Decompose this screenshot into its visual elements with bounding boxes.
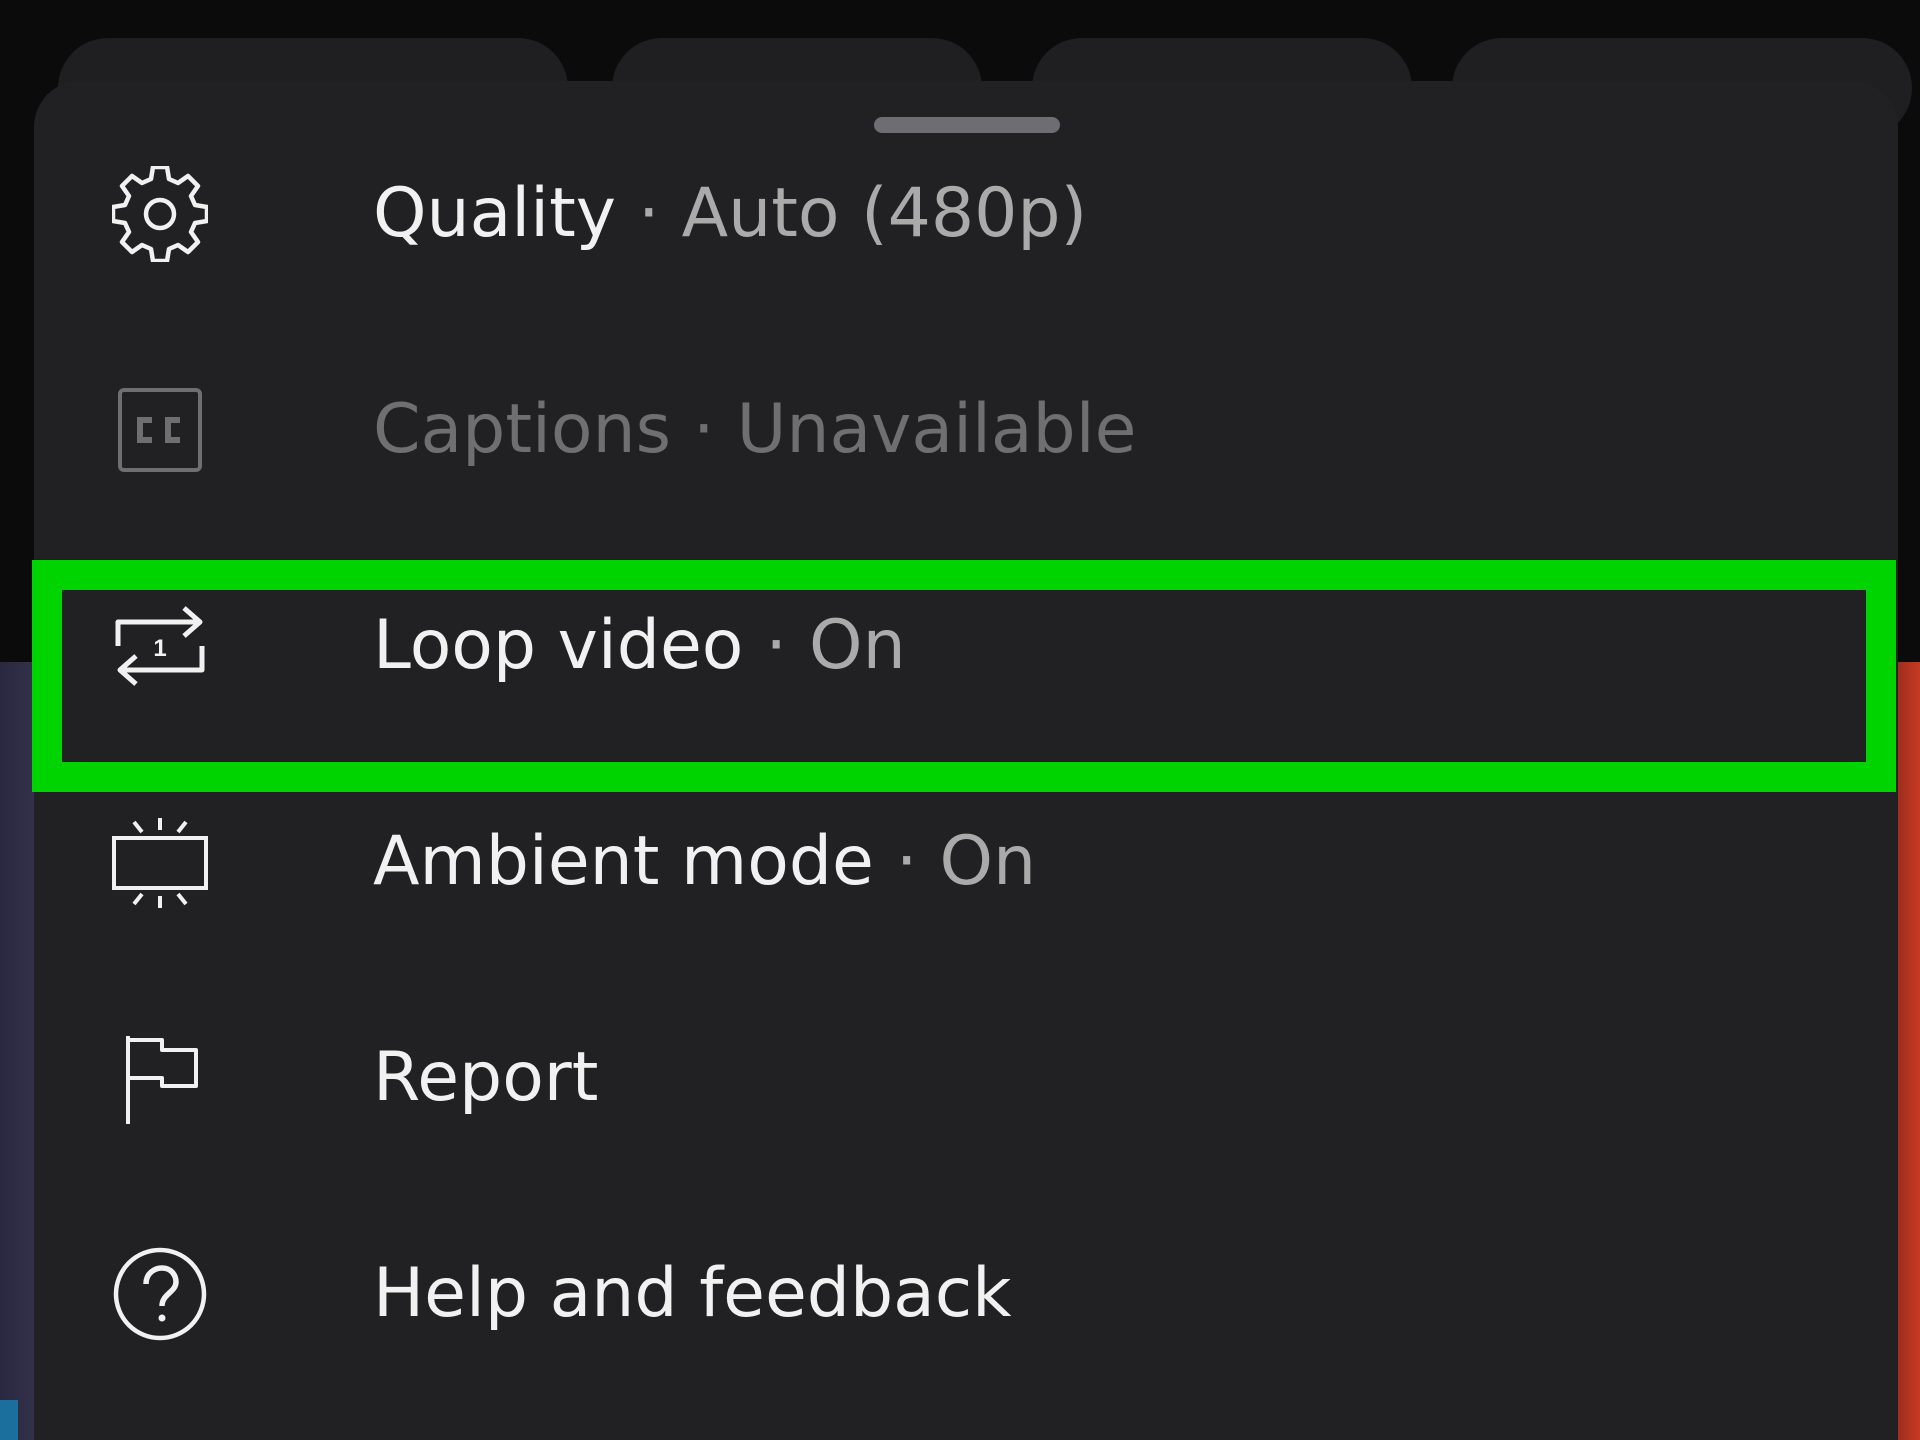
menu-item-text: Loop video · On: [373, 606, 906, 686]
menu-item-label: Quality: [373, 174, 616, 253]
menu-item-ambient-mode[interactable]: Ambient mode · On: [34, 754, 1898, 970]
menu-item-label: Ambient mode: [373, 822, 874, 901]
menu-item-text: Quality · Auto (480p): [373, 174, 1087, 254]
menu-item-loop-video[interactable]: 1 Loop video · On: [34, 538, 1898, 754]
flag-icon: [112, 1030, 208, 1126]
menu-item-value: On: [939, 822, 1037, 901]
menu-item-text: Ambient mode · On: [373, 822, 1036, 902]
closed-captions-icon: [112, 382, 208, 478]
ambient-mode-icon: [112, 814, 208, 910]
menu-item-quality[interactable]: Quality · Auto (480p): [34, 106, 1898, 322]
options-menu: Quality · Auto (480p) Captions · Unavailable: [34, 106, 1898, 1402]
menu-item-separator: ·: [765, 606, 788, 685]
menu-item-help-and-feedback[interactable]: Help and feedback: [34, 1186, 1898, 1402]
menu-item-text: Report: [373, 1038, 598, 1118]
menu-item-captions: Captions · Unavailable: [34, 322, 1898, 538]
repeat-one-icon: 1: [112, 598, 208, 694]
menu-item-value: On: [809, 606, 906, 685]
background-accent: [0, 1400, 18, 1440]
help-circle-icon: [112, 1246, 208, 1342]
menu-item-report[interactable]: Report: [34, 970, 1898, 1186]
menu-item-separator: ·: [895, 822, 918, 901]
menu-item-value: Auto (480p): [681, 174, 1088, 253]
more-options-bottom-sheet: Quality · Auto (480p) Captions · Unavailable: [34, 81, 1898, 1440]
menu-item-label: Captions: [373, 390, 671, 469]
menu-item-text: Captions · Unavailable: [373, 390, 1136, 470]
menu-item-separator: ·: [637, 174, 660, 253]
gear-icon: [112, 166, 208, 262]
svg-text:1: 1: [153, 635, 166, 662]
menu-item-label: Report: [373, 1038, 599, 1117]
menu-item-separator: ·: [693, 390, 715, 469]
app-screen: Quality · Auto (480p) Captions · Unavailable: [0, 0, 1920, 1440]
menu-item-label: Loop video: [373, 606, 744, 685]
menu-item-label: Help and feedback: [373, 1254, 1012, 1333]
menu-item-text: Help and feedback: [373, 1254, 1012, 1334]
menu-item-value: Unavailable: [736, 390, 1137, 469]
